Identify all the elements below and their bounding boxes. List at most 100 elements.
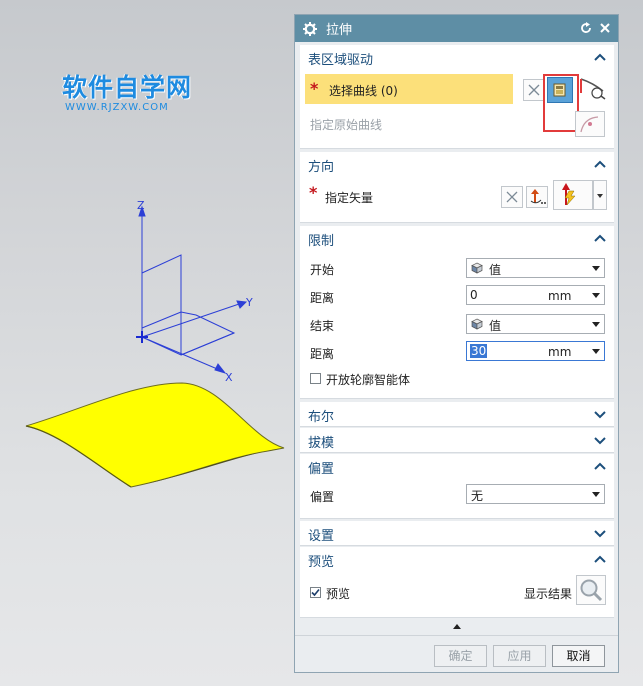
section-header-offset[interactable]: 偏置	[300, 454, 614, 478]
offset-label: 偏置	[310, 490, 335, 504]
chevron-up-icon	[594, 234, 606, 242]
end-distance-row: 距离 30 mm	[300, 340, 614, 366]
cross-arrows-icon	[528, 84, 540, 96]
end-option-select[interactable]: 值	[466, 314, 605, 334]
chevron-up-icon	[594, 555, 606, 563]
show-result-button[interactable]	[576, 575, 606, 605]
value-cube-icon	[471, 262, 483, 274]
clear-selection-button[interactable]	[523, 79, 545, 101]
collapse-toggle-icon[interactable]	[452, 623, 462, 630]
chevron-down-icon	[594, 411, 606, 419]
section-header-boolean[interactable]: 布尔	[300, 402, 614, 426]
section-title: 偏置	[308, 462, 335, 477]
start-distance-unit: mm	[548, 289, 572, 303]
dialog-titlebar: 拉伸	[295, 15, 618, 42]
end-distance-field[interactable]: 30 mm	[466, 341, 605, 361]
start-row: 开始 值	[300, 256, 614, 282]
vector-lightning-icon	[562, 183, 576, 206]
annotation-highlight-box	[543, 74, 579, 132]
select-curve-row[interactable]: * 选择曲线 (0)	[305, 74, 513, 104]
section-boolean: 布尔	[300, 402, 614, 427]
vector-dropdown-button[interactable]	[593, 180, 607, 210]
apply-button[interactable]: 应用	[493, 645, 546, 667]
start-option-value: 值	[489, 263, 502, 277]
end-distance-value[interactable]: 30	[470, 344, 488, 358]
section-preview: 预览 预览 显示结果	[300, 547, 614, 618]
chevron-up-icon	[594, 462, 606, 470]
axis-label-x: X	[225, 371, 233, 384]
vector-type-button[interactable]	[553, 180, 593, 210]
value-cube-icon	[471, 318, 483, 330]
chevron-up-icon	[594, 160, 606, 168]
section-limits: 限制 开始 值 距离 0 mm 结束 值 距离 30 mm 开放轮廓智能体	[300, 226, 614, 399]
graphics-viewport[interactable]: 软件自学网 WWW.RJZXW.COM Z Y X	[0, 0, 295, 686]
section-title: 方向	[308, 160, 335, 175]
end-row: 结束 值	[300, 312, 614, 338]
chevron-down-icon	[594, 437, 606, 445]
start-distance-field[interactable]: 0 mm	[466, 285, 605, 305]
section-title: 布尔	[308, 410, 335, 425]
curve-pick-icon	[580, 78, 606, 100]
start-option-select[interactable]: 值	[466, 258, 605, 278]
coordinate-system[interactable]	[138, 205, 248, 374]
curve-select-intent-button[interactable]	[579, 75, 609, 103]
offset-select[interactable]: 无	[466, 484, 605, 504]
chevron-down-icon	[592, 266, 600, 271]
section-draft: 拔模	[300, 428, 614, 453]
specify-vector-label: 指定矢量	[325, 191, 374, 205]
cancel-button[interactable]: 取消	[552, 645, 605, 667]
chevron-down-icon	[592, 322, 600, 327]
extruded-surface[interactable]	[25, 382, 285, 488]
section-header-limits[interactable]: 限制	[300, 226, 614, 250]
section-offset: 偏置 偏置 无	[300, 454, 614, 519]
required-marker: *	[309, 183, 318, 202]
section-header-preview[interactable]: 预览	[300, 547, 614, 571]
section-header-settings[interactable]: 设置	[300, 521, 614, 545]
end-label: 结束	[310, 319, 335, 333]
reverse-direction-icon	[530, 189, 546, 204]
section-header-draft[interactable]: 拔模	[300, 428, 614, 452]
axis-label-z: Z	[137, 199, 145, 212]
section-surface-drive: 表区域驱动 * 选择曲线 (0) 指定原始曲线	[300, 45, 614, 149]
section-title: 预览	[308, 555, 335, 570]
model-scene: Z Y X	[25, 199, 285, 488]
gear-icon	[303, 21, 317, 36]
ok-button[interactable]: 确定	[434, 645, 487, 667]
section-settings: 设置	[300, 521, 614, 546]
end-option-value: 值	[489, 319, 502, 333]
cross-arrows-icon	[506, 191, 518, 203]
section-header-direction[interactable]: 方向	[300, 152, 614, 176]
chevron-up-icon	[594, 53, 606, 61]
section-direction: 方向 * 指定矢量	[300, 152, 614, 223]
checkmark-icon	[311, 588, 320, 597]
show-result-label: 显示结果	[524, 587, 573, 601]
chevron-down-icon	[594, 530, 606, 538]
start-distance-row: 距离 0 mm	[300, 284, 614, 310]
reset-vector-button[interactable]	[501, 186, 523, 208]
section-header-surface-drive[interactable]: 表区域驱动	[300, 45, 614, 69]
chevron-down-icon	[597, 194, 603, 198]
chevron-down-icon	[592, 492, 600, 497]
section-title: 拔模	[308, 436, 335, 451]
start-distance-label: 距离	[310, 291, 335, 305]
curve-icon	[580, 116, 599, 133]
original-curve-label: 指定原始曲线	[310, 118, 383, 132]
open-profile-label: 开放轮廓智能体	[326, 373, 411, 387]
required-marker: *	[310, 79, 319, 98]
close-icon[interactable]	[598, 21, 612, 35]
end-distance-label: 距离	[310, 347, 335, 361]
dialog-title: 拉伸	[326, 23, 353, 38]
chevron-down-icon	[592, 349, 600, 354]
end-distance-unit: mm	[548, 345, 572, 359]
extrude-dialog: 拉伸 表区域驱动 * 选择曲线 (0) 指定原始曲线 方向 * 指定矢量 限制 …	[294, 14, 619, 673]
open-profile-checkbox[interactable]	[310, 373, 321, 384]
select-curve-label: 选择曲线 (0)	[329, 84, 398, 98]
footer-divider	[295, 635, 618, 636]
start-distance-value[interactable]: 0	[470, 288, 478, 302]
preview-checkbox[interactable]	[310, 587, 321, 598]
section-title: 设置	[308, 529, 335, 544]
reverse-direction-button[interactable]	[526, 186, 548, 208]
reset-icon[interactable]	[579, 21, 593, 35]
original-curve-button[interactable]	[575, 111, 605, 137]
preview-label: 预览	[326, 587, 351, 601]
